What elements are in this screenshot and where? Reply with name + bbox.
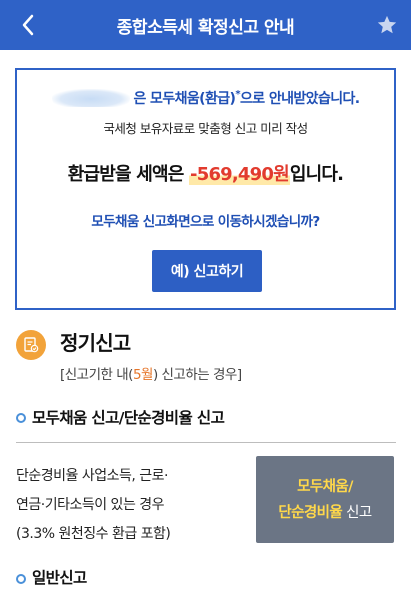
description-line: (3.3% 원천징수 환급 포함): [16, 526, 171, 542]
prefilled-filing-description: 단순경비율 사업소득, 근로· 연금·기타소득이 있는 경우 (3.3% 원천징…: [16, 462, 246, 549]
description-line: 연금·기타소득이 있는 경우: [16, 497, 165, 513]
subtitle-suffix: ) 신고하는 경우]: [152, 367, 242, 383]
bullet-icon: [16, 574, 26, 584]
deadline-month: 5월: [132, 367, 154, 383]
section-title: 정기신고: [60, 331, 131, 355]
refund-statement-suffix: 입니다.: [289, 164, 344, 185]
refund-notice-box: 은 모두채움(환급) * 으로 안내받았습니다. 국세청 보유자료로 맞춤형 신고 …: [15, 68, 396, 310]
star-icon: [377, 15, 397, 34]
document-check-icon: [16, 330, 46, 360]
notice-description: 국세청 보유자료로 맞춤형 신고 미리 작성: [103, 121, 308, 136]
general-filing-heading[interactable]: 일반신고: [32, 566, 87, 588]
favorite-button[interactable]: [375, 13, 399, 37]
subtitle-prefix: [신고기한 내(: [60, 367, 133, 383]
navigate-question: 모두채움 신고화면으로 이동하시겠습니까?: [91, 214, 320, 230]
bullet-icon: [16, 413, 26, 423]
masked-user-name: [51, 89, 130, 107]
button-line2-highlight: 단순경비율: [278, 504, 343, 521]
page-title: 종합소득세 확정신고 안내: [116, 17, 295, 38]
button-line1: 모두채움/: [297, 478, 353, 495]
button-line2-suffix: 신고: [342, 504, 372, 521]
divider: [16, 442, 396, 443]
notice-headline: 은 모두채움(환급) * 으로 안내받았습니다.: [17, 88, 394, 108]
section-subtitle: [신고기한 내(5월) 신고하는 경우]: [60, 363, 242, 383]
description-line: 단순경비율 사업소득, 근로·: [16, 468, 168, 484]
notice-headline-suffix: 으로 안내받았습니다.: [239, 91, 360, 107]
prefilled-filing-button[interactable]: 모두채움/ 단순경비율 신고: [256, 456, 394, 543]
confirm-file-button[interactable]: 예) 신고하기: [152, 250, 262, 292]
notice-headline-text: 은 모두채움(환급): [133, 91, 236, 107]
refund-statement-prefix: 환급받을 세액은: [67, 164, 190, 185]
prefilled-filing-heading: 모두채움 신고/단순경비율 신고: [32, 409, 225, 427]
refund-amount: -569,490원: [189, 164, 290, 185]
chevron-left-icon: [22, 14, 34, 36]
footnote-mark: *: [235, 88, 240, 100]
refund-amount-statement: 환급받을 세액은 -569,490원입니다.: [17, 160, 394, 186]
app-header: 종합소득세 확정신고 안내: [0, 0, 411, 50]
back-button[interactable]: [16, 11, 40, 39]
